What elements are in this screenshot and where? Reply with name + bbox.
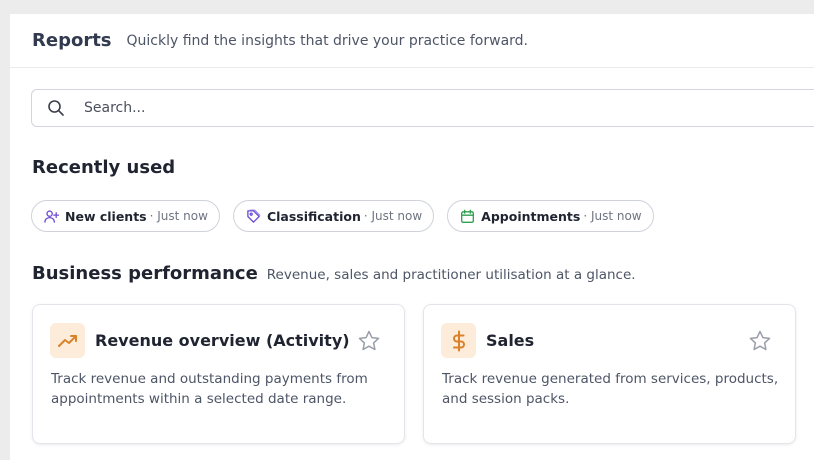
- business-performance-header: Business performance Revenue, sales and …: [32, 263, 636, 284]
- chip-timestamp: · Just now: [583, 209, 642, 223]
- calendar-icon: [460, 209, 475, 224]
- card-description: Track revenue and outstanding payments f…: [51, 371, 368, 407]
- search-input[interactable]: [82, 99, 686, 117]
- chip-timestamp: · Just now: [363, 209, 423, 223]
- chip-appointments[interactable]: Appointments · Just now: [447, 200, 654, 232]
- business-performance-subtitle: Revenue, sales and practitioner utilisat…: [266, 267, 636, 283]
- report-card-sales[interactable]: Sales Track revenue generated from servi…: [423, 304, 796, 444]
- reports-panel: Reports Quickly find the insights that d…: [10, 14, 814, 460]
- page-header: Reports Quickly find the insights that d…: [10, 14, 814, 68]
- chip-label: New clients: [65, 208, 147, 224]
- card-title: Sales: [486, 331, 535, 350]
- card-title: Revenue overview (Activity): [95, 331, 350, 350]
- search-bar[interactable]: [31, 89, 814, 127]
- recently-used-title: Recently used: [32, 157, 176, 178]
- chip-label: Appointments: [481, 208, 581, 224]
- search-icon: [47, 99, 65, 117]
- user-plus-icon: [44, 209, 59, 224]
- chip-label: Classification: [266, 208, 361, 224]
- report-card-revenue-overview[interactable]: Revenue overview (Activity) Track revenu…: [32, 304, 405, 444]
- dollar-icon: [441, 323, 476, 358]
- card-description: Track revenue generated from services, p…: [442, 371, 779, 407]
- chip-classification[interactable]: Classification · Just now: [232, 200, 435, 232]
- chip-new-clients[interactable]: New clients · Just now: [31, 200, 220, 232]
- business-performance-title: Business performance: [32, 263, 258, 284]
- recent-chips: New clients · Just now Classification · …: [31, 200, 667, 232]
- trending-up-icon: [50, 323, 85, 358]
- page-title: Reports: [32, 30, 112, 51]
- star-icon[interactable]: [748, 329, 772, 353]
- chip-timestamp: · Just now: [149, 209, 208, 223]
- star-icon[interactable]: [357, 329, 381, 353]
- page-subtitle: Quickly find the insights that drive you…: [126, 32, 528, 49]
- tag-icon: [246, 208, 261, 224]
